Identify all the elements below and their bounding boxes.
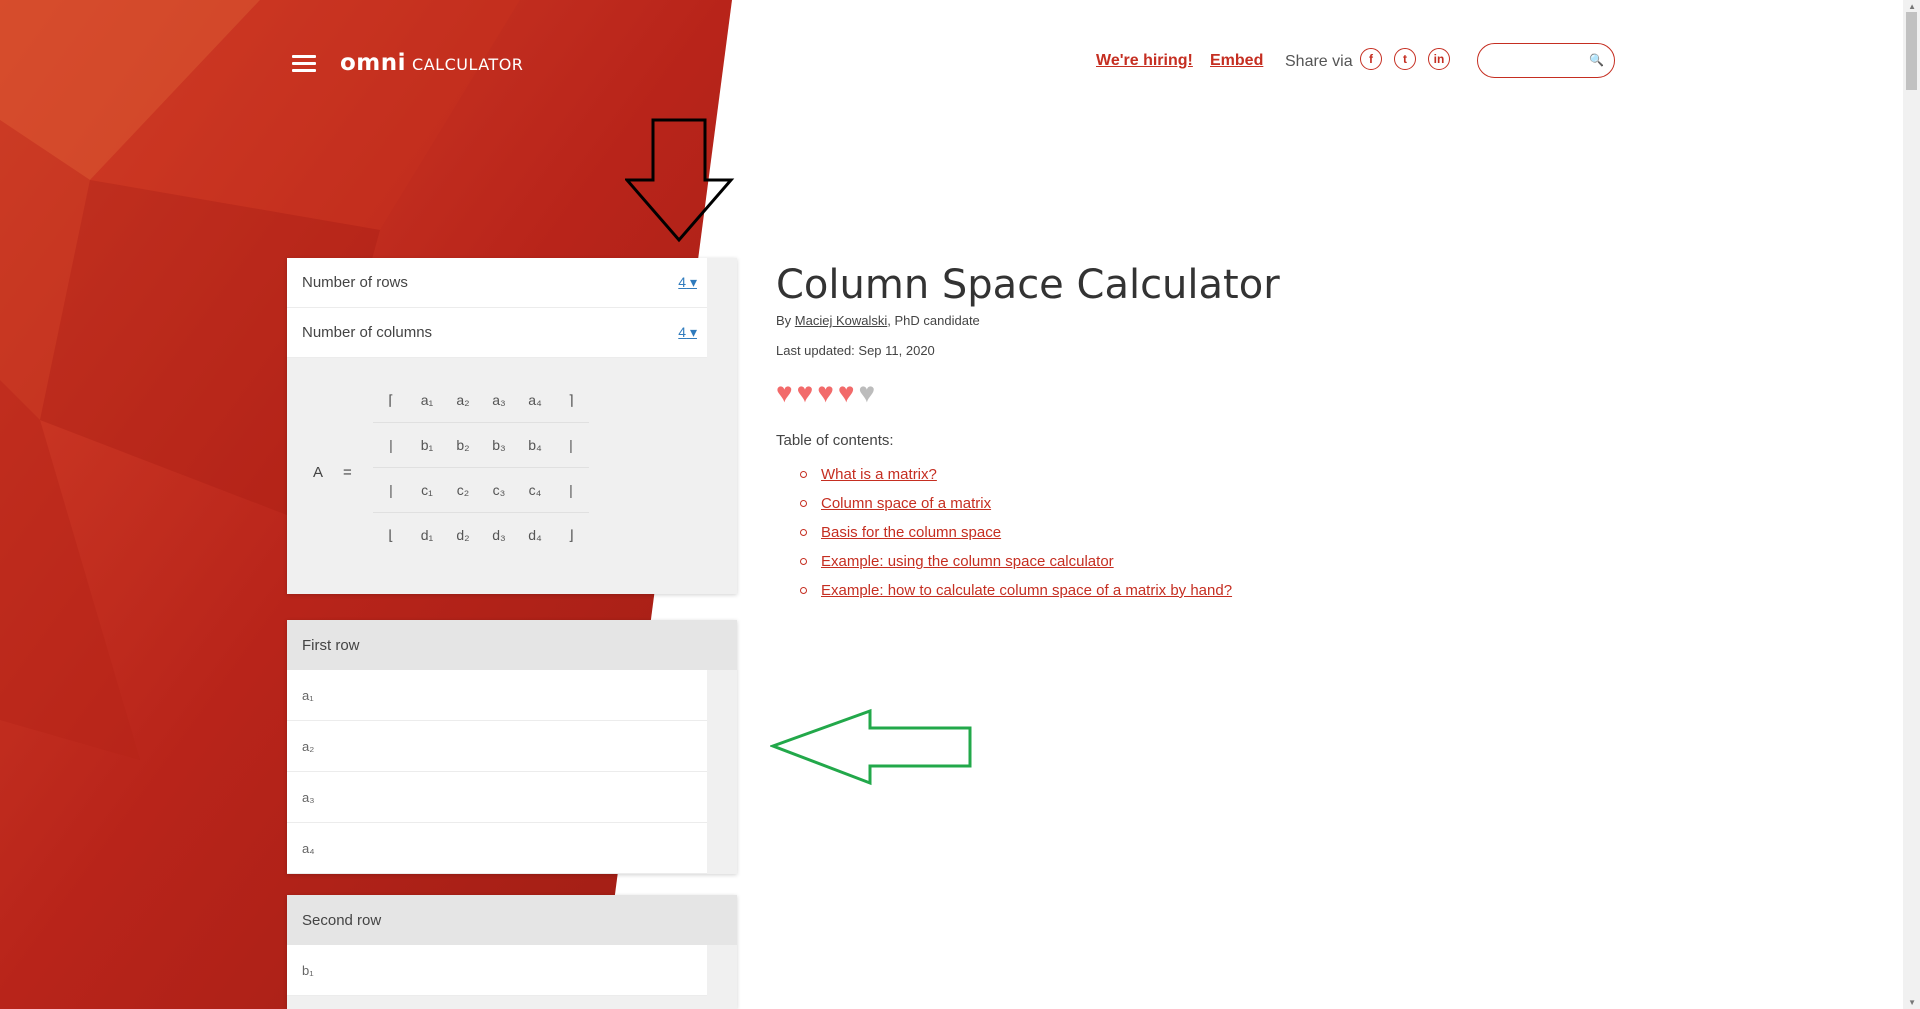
toc-label: Table of contents: [776, 432, 894, 449]
hamburger-menu-icon[interactable] [292, 55, 316, 73]
columns-dropdown[interactable]: 4 ▾ [678, 324, 697, 341]
rows-label: Number of rows [302, 274, 408, 291]
bullet-icon [800, 529, 807, 536]
page-scrollbar[interactable]: ▲ ▼ [1903, 0, 1920, 1009]
heart-icon[interactable]: ♥ [838, 378, 855, 408]
hiring-link[interactable]: We're hiring! [1096, 52, 1193, 70]
page-title: Column Space Calculator [776, 262, 1280, 308]
columns-selector[interactable]: Number of columns 4 ▾ [287, 308, 707, 358]
heart-icon[interactable]: ♥ [817, 378, 834, 408]
scroll-up-icon[interactable]: ▲ [1908, 2, 1916, 11]
bullet-icon [800, 558, 807, 565]
toc-item[interactable]: Basis for the column space [800, 518, 1232, 547]
matrix-equals: = [343, 464, 352, 481]
facebook-icon[interactable]: f [1360, 48, 1382, 70]
logo-calculator-text: CALCULATOR [412, 55, 524, 74]
scroll-down-icon[interactable]: ▼ [1908, 998, 1916, 1007]
logo-omni-text: omni [340, 50, 407, 76]
top-navigation: omni CALCULATOR We're hiring! Embed Shar… [0, 0, 1900, 130]
input-a4[interactable]: a₄ [287, 823, 707, 874]
annotation-arrow-down [625, 118, 735, 243]
matrix-row: ⌊ d₁ d₂ d₃ d₄ ⌋ [388, 526, 574, 544]
rating-hearts[interactable]: ♥ ♥ ♥ ♥ ♥ [776, 378, 875, 408]
rows-dropdown[interactable]: 4 ▾ [678, 274, 697, 291]
input-a2[interactable]: a₂ [287, 721, 707, 772]
heart-icon[interactable]: ♥ [776, 378, 793, 408]
first-row-panel: First row a₁ a₂ a₃ a₄ [287, 620, 737, 874]
toc-item[interactable]: What is a matrix? [800, 460, 1232, 489]
matrix-preview: A = ⌈ a₁ a₂ a₃ a₄ ⌉ | b₁ b₂ b₃ b₄ | | c₁ c₂ c₃ c₄ | ⌊ d₁… [287, 358, 737, 594]
input-b1[interactable]: b₁ [287, 945, 707, 996]
byline: By Maciej Kowalski, PhD candidate [776, 313, 980, 328]
embed-link[interactable]: Embed [1210, 52, 1263, 70]
toc-item[interactable]: Column space of a matrix [800, 489, 1232, 518]
share-label: Share via [1285, 53, 1353, 70]
matrix-row: | c₁ c₂ c₃ c₄ | [373, 468, 589, 513]
matrix-row: | b₁ b₂ b₃ b₄ | [373, 423, 589, 468]
annotation-arrow-left [770, 708, 972, 786]
heart-icon[interactable]: ♥ [797, 378, 814, 408]
second-row-heading: Second row [287, 895, 737, 945]
table-of-contents: What is a matrix? Column space of a matr… [800, 460, 1232, 605]
bullet-icon [800, 587, 807, 594]
rows-selector[interactable]: Number of rows 4 ▾ [287, 258, 707, 308]
heart-icon[interactable]: ♥ [859, 378, 876, 408]
toc-item[interactable]: Example: how to calculate column space o… [800, 576, 1232, 605]
linkedin-icon[interactable]: in [1428, 48, 1450, 70]
author-link[interactable]: Maciej Kowalski [795, 313, 887, 328]
search-input[interactable]: 🔍 [1477, 43, 1615, 78]
scroll-thumb[interactable] [1906, 12, 1917, 90]
first-row-heading: First row [287, 620, 737, 670]
bullet-icon [800, 471, 807, 478]
input-a3[interactable]: a₃ [287, 772, 707, 823]
last-updated: Last updated: Sep 11, 2020 [776, 343, 935, 358]
omni-logo[interactable]: omni CALCULATOR [340, 50, 523, 76]
toc-item[interactable]: Example: using the column space calculat… [800, 547, 1232, 576]
matrix-size-panel: Number of rows 4 ▾ Number of columns 4 ▾… [287, 258, 737, 594]
matrix-grid: ⌈ a₁ a₂ a₃ a₄ ⌉ | b₁ b₂ b₃ b₄ | | c₁ c₂ c₃ c₄ | ⌊ d₁ d₂ d₃… [373, 378, 589, 557]
input-a1[interactable]: a₁ [287, 670, 707, 721]
second-row-panel: Second row b₁ [287, 895, 737, 1009]
bullet-icon [800, 500, 807, 507]
matrix-row: ⌈ a₁ a₂ a₃ a₄ ⌉ [373, 378, 589, 423]
search-icon[interactable]: 🔍 [1589, 53, 1604, 67]
matrix-name: A [313, 464, 324, 481]
twitter-icon[interactable]: t [1394, 48, 1416, 70]
columns-label: Number of columns [302, 324, 433, 341]
